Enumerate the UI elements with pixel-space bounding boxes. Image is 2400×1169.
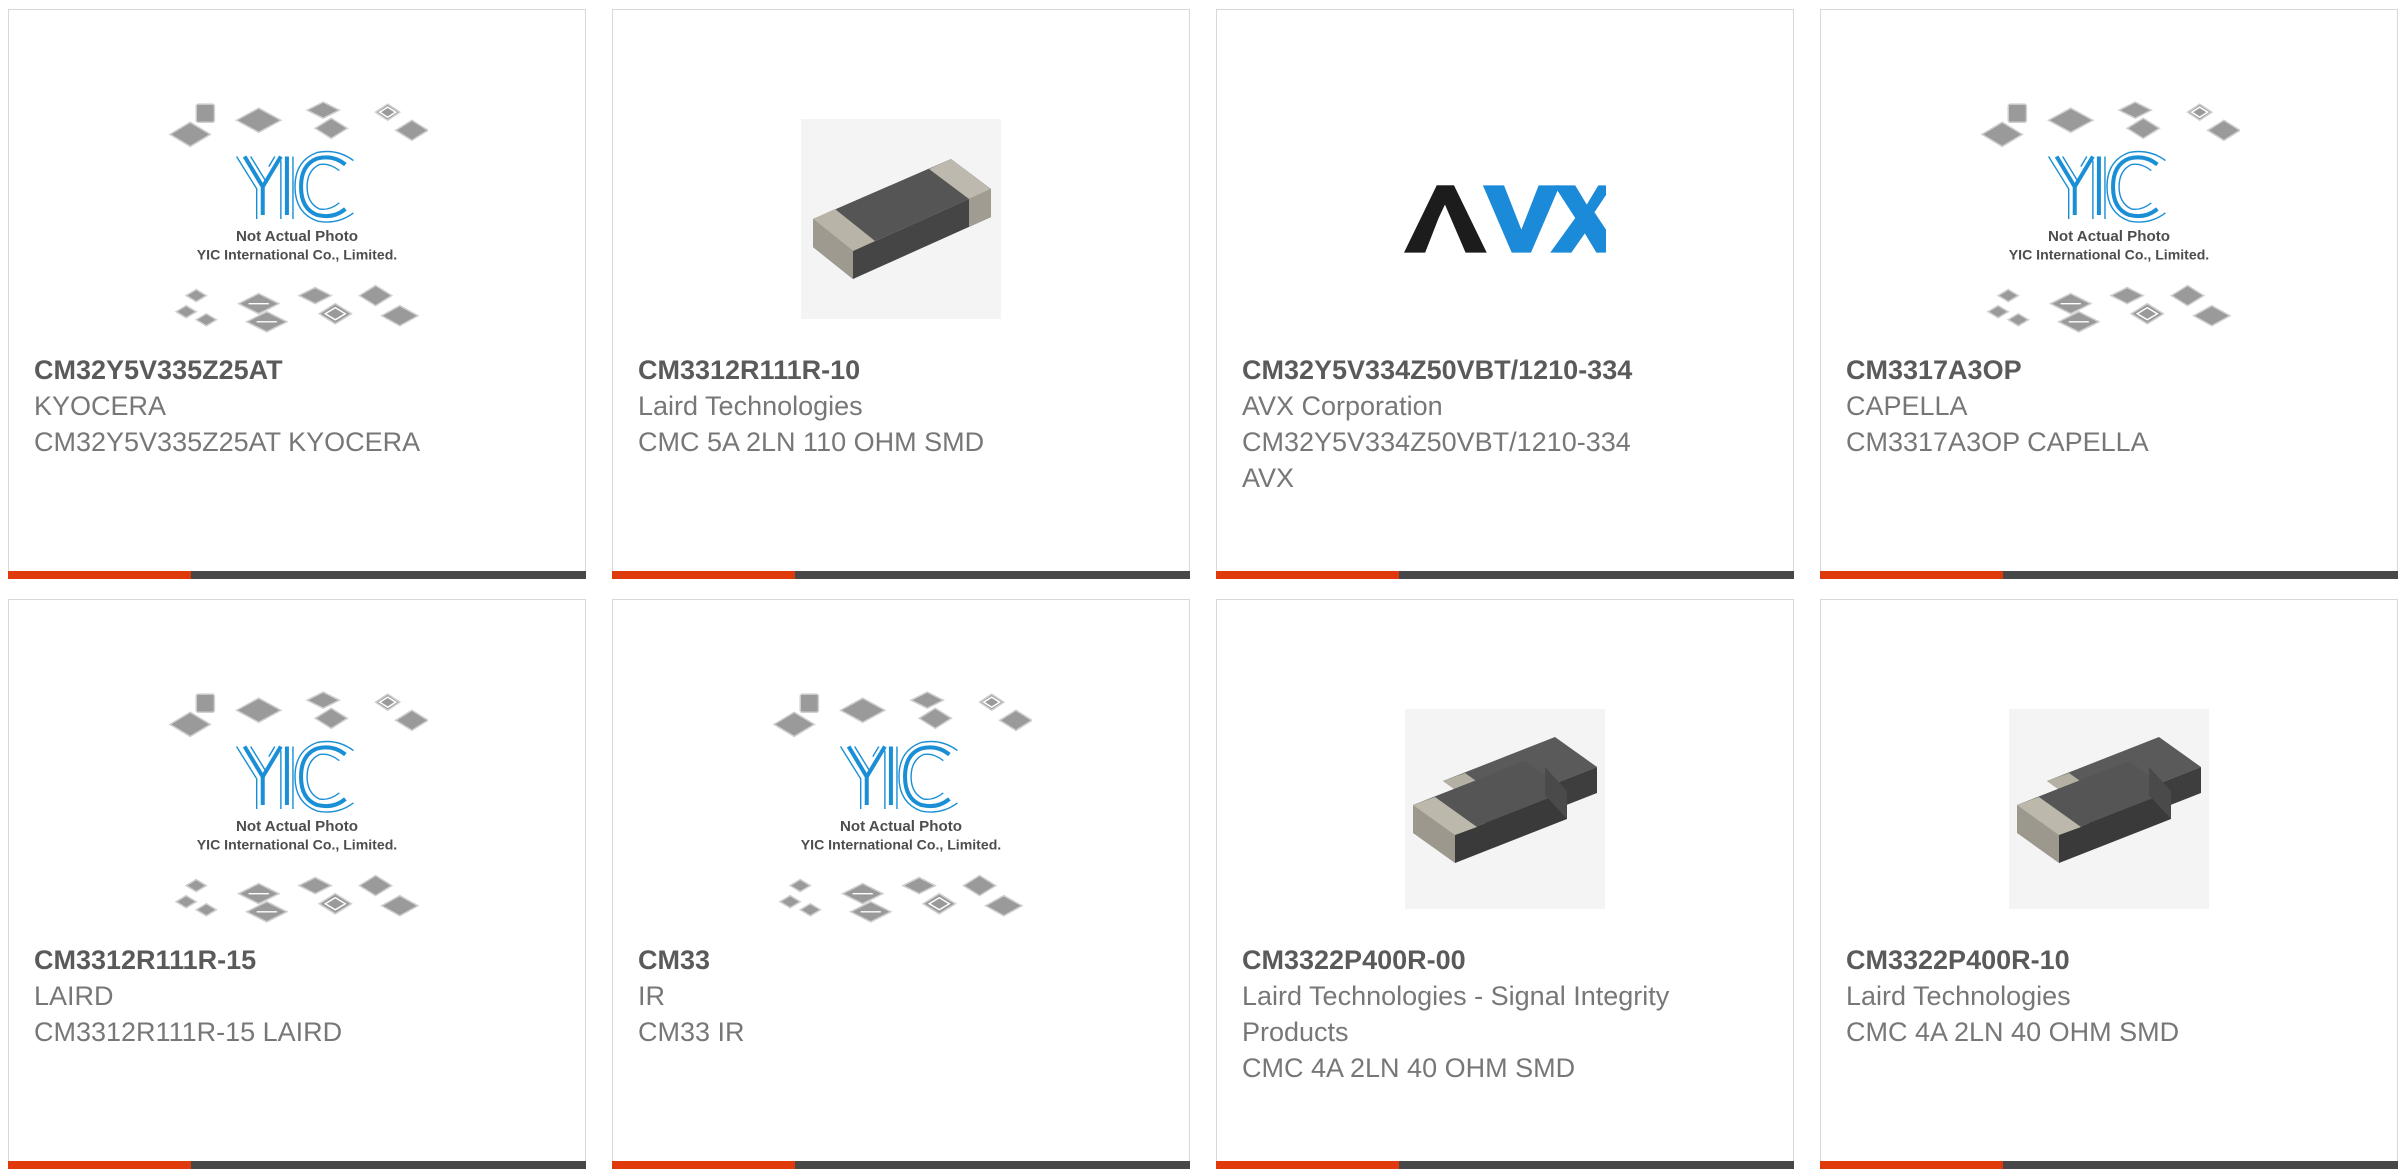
part-number-link[interactable]: CM3322P400R-00: [1242, 942, 1773, 978]
description: CM3317A3OP CAPELLA: [1846, 427, 2149, 457]
product-info: CM3317A3OP CAPELLA CM3317A3OP CAPELLA: [1846, 352, 2377, 460]
card-footer-bar: [612, 571, 1190, 579]
part-number-link[interactable]: CM32Y5V334Z50VBT/1210-334: [1242, 352, 1773, 388]
card-footer-bar: [8, 1161, 586, 1169]
part-number-link[interactable]: CM3312R111R-10: [638, 352, 1169, 388]
dual-choke-photo: [1405, 709, 1605, 909]
product-card[interactable]: CM33 IR CM33 IR: [612, 599, 1190, 1169]
manufacturer: IR: [638, 981, 665, 1011]
description: CM3312R111R-15 LAIRD: [34, 1017, 343, 1047]
choke-photo: [801, 119, 1001, 319]
product-image[interactable]: [1217, 90, 1793, 348]
card-footer-bar: [8, 571, 586, 579]
product-image[interactable]: [1821, 680, 2397, 938]
card-footer-accent: [612, 1161, 795, 1169]
product-image[interactable]: [613, 680, 1189, 938]
card-footer-accent: [1216, 1161, 1399, 1169]
product-image[interactable]: [9, 90, 585, 348]
card-footer-accent: [1820, 571, 2003, 579]
product-info: CM3322P400R-10 Laird Technologies CMC 4A…: [1846, 942, 2377, 1050]
description: CMC 4A 2LN 40 OHM SMD: [1846, 1017, 2180, 1047]
part-number-link[interactable]: CM33: [638, 942, 1169, 978]
card-footer-bar: [1216, 571, 1794, 579]
product-card[interactable]: CM3312R111R-15 LAIRD CM3312R111R-15 LAIR…: [8, 599, 586, 1169]
dual-choke-photo: [2009, 709, 2209, 909]
yic-placeholder-image: [166, 98, 428, 340]
product-info: CM3322P400R-00 Laird Technologies - Sign…: [1242, 942, 1773, 1086]
product-info: CM3312R111R-10 Laird Technologies CMC 5A…: [638, 352, 1169, 460]
description: CM32Y5V334Z50VBT/1210-334: [1242, 427, 1631, 457]
yic-placeholder-image: [166, 688, 428, 930]
description: CMC 4A 2LN 40 OHM SMD: [1242, 1053, 1576, 1083]
product-grid: CM32Y5V335Z25AT KYOCERA CM32Y5V335Z25AT …: [8, 9, 2398, 1169]
card-footer-accent: [612, 571, 795, 579]
part-number-link[interactable]: CM32Y5V335Z25AT: [34, 352, 565, 388]
card-footer-accent: [8, 1161, 191, 1169]
card-footer-accent: [8, 571, 191, 579]
product-info: CM32Y5V335Z25AT KYOCERA CM32Y5V335Z25AT …: [34, 352, 565, 460]
product-info: CM33 IR CM33 IR: [638, 942, 1169, 1050]
product-card[interactable]: CM32Y5V334Z50VBT/1210-334 AVX Corporatio…: [1216, 9, 1794, 579]
product-info: CM3312R111R-15 LAIRD CM3312R111R-15 LAIR…: [34, 942, 565, 1050]
description: CM33 IR: [638, 1017, 745, 1047]
part-number-link[interactable]: CM3312R111R-15: [34, 942, 565, 978]
product-info: CM32Y5V334Z50VBT/1210-334 AVX Corporatio…: [1242, 352, 1773, 496]
manufacturer: Laird Technologies: [1846, 981, 2071, 1011]
manufacturer: KYOCERA: [34, 391, 167, 421]
card-footer-accent: [1216, 571, 1399, 579]
manufacturer: Laird Technologies - Signal Integrity Pr…: [1242, 981, 1670, 1047]
product-card[interactable]: CM3322P400R-10 Laird Technologies CMC 4A…: [1820, 599, 2398, 1169]
card-footer-bar: [1216, 1161, 1794, 1169]
product-card[interactable]: CM3312R111R-10 Laird Technologies CMC 5A…: [612, 9, 1190, 579]
card-footer-bar: [612, 1161, 1190, 1169]
card-footer-bar: [1820, 571, 2398, 579]
product-image[interactable]: [9, 680, 585, 938]
description: CMC 5A 2LN 110 OHM SMD: [638, 427, 985, 457]
description-continued: AVX: [1242, 463, 1295, 493]
yic-placeholder-image: [770, 688, 1032, 930]
product-image[interactable]: [613, 90, 1189, 348]
product-card[interactable]: CM3322P400R-00 Laird Technologies - Sign…: [1216, 599, 1794, 1169]
manufacturer: CAPELLA: [1846, 391, 1968, 421]
yic-placeholder-image: [1978, 98, 2240, 340]
avx-logo: [1404, 185, 1606, 253]
card-footer-accent: [1820, 1161, 2003, 1169]
product-image[interactable]: [1217, 680, 1793, 938]
manufacturer: AVX Corporation: [1242, 391, 1443, 421]
manufacturer: LAIRD: [34, 981, 114, 1011]
product-card[interactable]: CM3317A3OP CAPELLA CM3317A3OP CAPELLA: [1820, 9, 2398, 579]
description: CM32Y5V335Z25AT KYOCERA: [34, 427, 421, 457]
manufacturer: Laird Technologies: [638, 391, 863, 421]
part-number-link[interactable]: CM3317A3OP: [1846, 352, 2377, 388]
card-footer-bar: [1820, 1161, 2398, 1169]
part-number-link[interactable]: CM3322P400R-10: [1846, 942, 2377, 978]
product-card[interactable]: CM32Y5V335Z25AT KYOCERA CM32Y5V335Z25AT …: [8, 9, 586, 579]
product-image[interactable]: [1821, 90, 2397, 348]
